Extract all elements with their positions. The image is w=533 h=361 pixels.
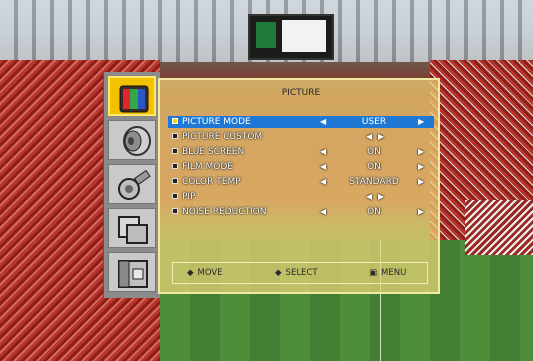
hint-menu-label: MENU xyxy=(381,268,407,278)
bullet-icon xyxy=(172,208,178,214)
input-tab[interactable] xyxy=(108,252,156,292)
menu-item-picture-custom[interactable]: PICTURE CUSTOM ◀ ▶ xyxy=(168,131,434,143)
arrow-left-icon[interactable]: ◀ xyxy=(320,161,326,173)
bullet-icon xyxy=(172,148,178,154)
arrow-right-icon[interactable]: ▶ xyxy=(378,131,384,143)
setup-tab[interactable] xyxy=(108,164,156,204)
setup-icon xyxy=(118,169,151,200)
arrow-right-icon[interactable]: ▶ xyxy=(418,146,424,158)
arrow-left-icon[interactable]: ◀ xyxy=(366,191,372,203)
sound-icon xyxy=(123,126,151,156)
move-icon: ◆ xyxy=(187,268,194,278)
arrow-left-icon[interactable]: ◀ xyxy=(320,206,326,218)
osd-menu-panel: PICTURE PICTURE MODE ◀ USER ▶ PICTURE CU… xyxy=(158,78,440,294)
arrow-left-icon[interactable]: ◀ xyxy=(366,131,372,143)
osd-footer-hints: ◆ MOVE ◆ SELECT ▣ MENU xyxy=(172,262,428,284)
menu-icon: ▣ xyxy=(369,268,378,278)
menu-item-color-temp[interactable]: COLOR TEMP ◀ STANDARD ▶ xyxy=(168,176,434,188)
arrow-left-icon[interactable]: ◀ xyxy=(320,146,326,158)
hint-menu: ▣ MENU xyxy=(369,268,406,278)
input-icon xyxy=(118,260,148,288)
menu-item-value: ON xyxy=(367,147,381,157)
menu-item-blue-screen[interactable]: BLUE SCREEN ◀ ON ▶ xyxy=(168,146,434,158)
arrow-right-icon[interactable]: ▶ xyxy=(378,191,384,203)
arrow-right-icon[interactable]: ▶ xyxy=(418,161,424,173)
menu-item-value: USER xyxy=(361,117,387,127)
menu-item-film-mode[interactable]: FILM MODE ◀ ON ▶ xyxy=(168,161,434,173)
arrow-right-icon[interactable]: ▶ xyxy=(418,206,424,218)
menu-item-value: ON xyxy=(367,162,381,172)
hint-select: ◆ SELECT xyxy=(275,268,318,278)
menu-item-value: ON xyxy=(367,207,381,217)
menu-title: PICTURE xyxy=(281,88,321,98)
hint-move-label: MOVE xyxy=(197,268,223,278)
hint-select-label: SELECT xyxy=(285,268,318,278)
select-icon: ◆ xyxy=(275,268,282,278)
arrow-left-icon[interactable]: ◀ xyxy=(320,176,326,188)
scoreboard-panel-green xyxy=(256,22,276,48)
arrow-right-icon[interactable]: ▶ xyxy=(418,116,424,128)
sound-tab[interactable] xyxy=(108,120,156,160)
arrow-left-icon[interactable]: ◀ xyxy=(320,116,326,128)
scoreboard-panel-white xyxy=(282,20,326,52)
menu-item-value: STANDARD xyxy=(349,177,399,187)
menu-item-label: COLOR TEMP xyxy=(182,177,241,187)
arrow-right-icon[interactable]: ▶ xyxy=(418,176,424,188)
menu-item-label: NOISE REDUCTION xyxy=(182,207,267,217)
bullet-icon xyxy=(172,118,178,124)
pip-icon xyxy=(118,216,148,244)
bullet-icon xyxy=(172,193,178,199)
hint-move: ◆ MOVE xyxy=(187,268,223,278)
menu-item-label: PIP xyxy=(182,192,196,202)
menu-item-label: PICTURE MODE xyxy=(182,117,251,127)
bullet-icon xyxy=(172,133,178,139)
menu-item-label: BLUE SCREEN xyxy=(182,147,245,157)
tv-screen: PICTURE PICTURE MODE ◀ USER ▶ PICTURE CU… xyxy=(0,0,533,361)
menu-item-label: PICTURE CUSTOM xyxy=(182,132,263,142)
pip-tab[interactable] xyxy=(108,208,156,248)
menu-item-label: FILM MODE xyxy=(182,162,233,172)
picture-icon xyxy=(119,85,149,113)
menu-item-noise-reduction[interactable]: NOISE REDUCTION ◀ ON ▶ xyxy=(168,206,434,218)
bullet-icon xyxy=(172,178,178,184)
stadium-scoreboard xyxy=(248,14,334,60)
menu-item-pip[interactable]: PIP ◀ ▶ xyxy=(168,191,434,203)
osd-sidebar xyxy=(103,72,160,298)
crowd-bottom-right xyxy=(465,200,533,255)
picture-tab[interactable] xyxy=(108,76,156,116)
bullet-icon xyxy=(172,163,178,169)
menu-item-picture-mode[interactable]: PICTURE MODE ◀ USER ▶ xyxy=(168,116,434,128)
